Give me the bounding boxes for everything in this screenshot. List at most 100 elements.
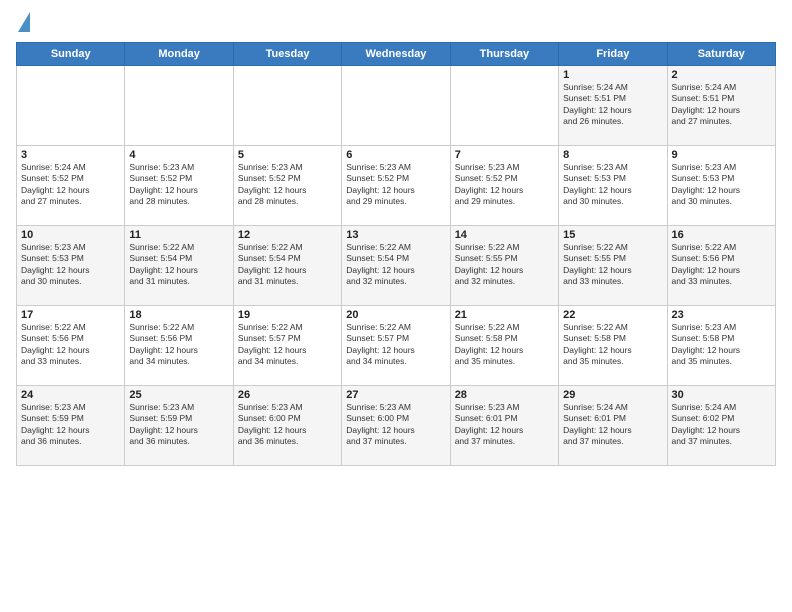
day-info: Sunrise: 5:23 AMSunset: 5:53 PMDaylight:… [21,242,120,288]
day-number: 3 [21,149,120,161]
calendar-day-header: Thursday [450,43,558,66]
day-number: 22 [563,309,662,321]
day-number: 27 [346,389,445,401]
day-info: Sunrise: 5:22 AMSunset: 5:56 PMDaylight:… [21,322,120,368]
day-number: 16 [672,229,771,241]
day-info: Sunrise: 5:23 AMSunset: 5:52 PMDaylight:… [238,162,337,208]
day-number: 21 [455,309,554,321]
calendar-week-row: 3Sunrise: 5:24 AMSunset: 5:52 PMDaylight… [17,146,776,226]
day-info: Sunrise: 5:23 AMSunset: 6:00 PMDaylight:… [346,402,445,448]
logo [16,16,30,32]
calendar-cell: 1Sunrise: 5:24 AMSunset: 5:51 PMDaylight… [559,66,667,146]
day-info: Sunrise: 5:22 AMSunset: 5:54 PMDaylight:… [346,242,445,288]
day-info: Sunrise: 5:22 AMSunset: 5:58 PMDaylight:… [563,322,662,368]
calendar-cell [17,66,125,146]
day-number: 28 [455,389,554,401]
calendar-header-row: SundayMondayTuesdayWednesdayThursdayFrid… [17,43,776,66]
day-info: Sunrise: 5:22 AMSunset: 5:54 PMDaylight:… [129,242,228,288]
day-number: 9 [672,149,771,161]
calendar-cell: 13Sunrise: 5:22 AMSunset: 5:54 PMDayligh… [342,226,450,306]
day-number: 12 [238,229,337,241]
calendar-cell: 17Sunrise: 5:22 AMSunset: 5:56 PMDayligh… [17,306,125,386]
calendar-cell: 12Sunrise: 5:22 AMSunset: 5:54 PMDayligh… [233,226,341,306]
day-info: Sunrise: 5:22 AMSunset: 5:58 PMDaylight:… [455,322,554,368]
calendar-cell: 23Sunrise: 5:23 AMSunset: 5:58 PMDayligh… [667,306,775,386]
calendar-cell: 5Sunrise: 5:23 AMSunset: 5:52 PMDaylight… [233,146,341,226]
calendar-cell: 21Sunrise: 5:22 AMSunset: 5:58 PMDayligh… [450,306,558,386]
calendar-cell: 25Sunrise: 5:23 AMSunset: 5:59 PMDayligh… [125,386,233,466]
calendar-cell: 10Sunrise: 5:23 AMSunset: 5:53 PMDayligh… [17,226,125,306]
day-number: 29 [563,389,662,401]
calendar-cell: 16Sunrise: 5:22 AMSunset: 5:56 PMDayligh… [667,226,775,306]
header [16,16,776,32]
calendar-cell: 20Sunrise: 5:22 AMSunset: 5:57 PMDayligh… [342,306,450,386]
day-info: Sunrise: 5:24 AMSunset: 5:51 PMDaylight:… [563,82,662,128]
day-number: 24 [21,389,120,401]
day-info: Sunrise: 5:22 AMSunset: 5:55 PMDaylight:… [455,242,554,288]
calendar-cell: 30Sunrise: 5:24 AMSunset: 6:02 PMDayligh… [667,386,775,466]
day-number: 26 [238,389,337,401]
calendar-week-row: 1Sunrise: 5:24 AMSunset: 5:51 PMDaylight… [17,66,776,146]
day-info: Sunrise: 5:24 AMSunset: 5:51 PMDaylight:… [672,82,771,128]
calendar-cell: 19Sunrise: 5:22 AMSunset: 5:57 PMDayligh… [233,306,341,386]
calendar-cell: 7Sunrise: 5:23 AMSunset: 5:52 PMDaylight… [450,146,558,226]
day-info: Sunrise: 5:24 AMSunset: 6:02 PMDaylight:… [672,402,771,448]
calendar-cell: 22Sunrise: 5:22 AMSunset: 5:58 PMDayligh… [559,306,667,386]
day-info: Sunrise: 5:22 AMSunset: 5:55 PMDaylight:… [563,242,662,288]
calendar-cell: 3Sunrise: 5:24 AMSunset: 5:52 PMDaylight… [17,146,125,226]
day-number: 30 [672,389,771,401]
day-info: Sunrise: 5:23 AMSunset: 5:53 PMDaylight:… [563,162,662,208]
calendar-cell [450,66,558,146]
day-info: Sunrise: 5:24 AMSunset: 5:52 PMDaylight:… [21,162,120,208]
calendar-day-header: Sunday [17,43,125,66]
calendar-cell: 8Sunrise: 5:23 AMSunset: 5:53 PMDaylight… [559,146,667,226]
day-info: Sunrise: 5:24 AMSunset: 6:01 PMDaylight:… [563,402,662,448]
day-number: 6 [346,149,445,161]
day-number: 11 [129,229,228,241]
logo-triangle-icon [18,12,30,32]
calendar-week-row: 24Sunrise: 5:23 AMSunset: 5:59 PMDayligh… [17,386,776,466]
day-number: 5 [238,149,337,161]
calendar-week-row: 17Sunrise: 5:22 AMSunset: 5:56 PMDayligh… [17,306,776,386]
calendar-day-header: Friday [559,43,667,66]
calendar-cell: 18Sunrise: 5:22 AMSunset: 5:56 PMDayligh… [125,306,233,386]
day-number: 15 [563,229,662,241]
day-info: Sunrise: 5:23 AMSunset: 5:53 PMDaylight:… [672,162,771,208]
calendar-cell [342,66,450,146]
logo-text [16,16,30,32]
day-info: Sunrise: 5:23 AMSunset: 5:52 PMDaylight:… [346,162,445,208]
day-info: Sunrise: 5:22 AMSunset: 5:56 PMDaylight:… [672,242,771,288]
calendar-cell: 14Sunrise: 5:22 AMSunset: 5:55 PMDayligh… [450,226,558,306]
day-number: 13 [346,229,445,241]
calendar-day-header: Tuesday [233,43,341,66]
calendar-cell: 2Sunrise: 5:24 AMSunset: 5:51 PMDaylight… [667,66,775,146]
calendar-cell: 9Sunrise: 5:23 AMSunset: 5:53 PMDaylight… [667,146,775,226]
calendar-day-header: Monday [125,43,233,66]
calendar-cell: 28Sunrise: 5:23 AMSunset: 6:01 PMDayligh… [450,386,558,466]
calendar-week-row: 10Sunrise: 5:23 AMSunset: 5:53 PMDayligh… [17,226,776,306]
day-number: 14 [455,229,554,241]
day-info: Sunrise: 5:22 AMSunset: 5:54 PMDaylight:… [238,242,337,288]
day-number: 4 [129,149,228,161]
calendar-day-header: Wednesday [342,43,450,66]
calendar-day-header: Saturday [667,43,775,66]
calendar-cell [125,66,233,146]
calendar-cell: 4Sunrise: 5:23 AMSunset: 5:52 PMDaylight… [125,146,233,226]
calendar-table: SundayMondayTuesdayWednesdayThursdayFrid… [16,42,776,466]
day-info: Sunrise: 5:22 AMSunset: 5:57 PMDaylight:… [346,322,445,368]
day-number: 7 [455,149,554,161]
day-number: 17 [21,309,120,321]
calendar-cell: 15Sunrise: 5:22 AMSunset: 5:55 PMDayligh… [559,226,667,306]
day-number: 1 [563,69,662,81]
page: SundayMondayTuesdayWednesdayThursdayFrid… [0,0,792,612]
calendar-cell: 24Sunrise: 5:23 AMSunset: 5:59 PMDayligh… [17,386,125,466]
day-number: 23 [672,309,771,321]
day-info: Sunrise: 5:23 AMSunset: 6:01 PMDaylight:… [455,402,554,448]
calendar-cell: 29Sunrise: 5:24 AMSunset: 6:01 PMDayligh… [559,386,667,466]
calendar-cell: 6Sunrise: 5:23 AMSunset: 5:52 PMDaylight… [342,146,450,226]
day-number: 19 [238,309,337,321]
day-info: Sunrise: 5:23 AMSunset: 5:52 PMDaylight:… [129,162,228,208]
calendar-cell: 27Sunrise: 5:23 AMSunset: 6:00 PMDayligh… [342,386,450,466]
day-number: 10 [21,229,120,241]
day-number: 20 [346,309,445,321]
